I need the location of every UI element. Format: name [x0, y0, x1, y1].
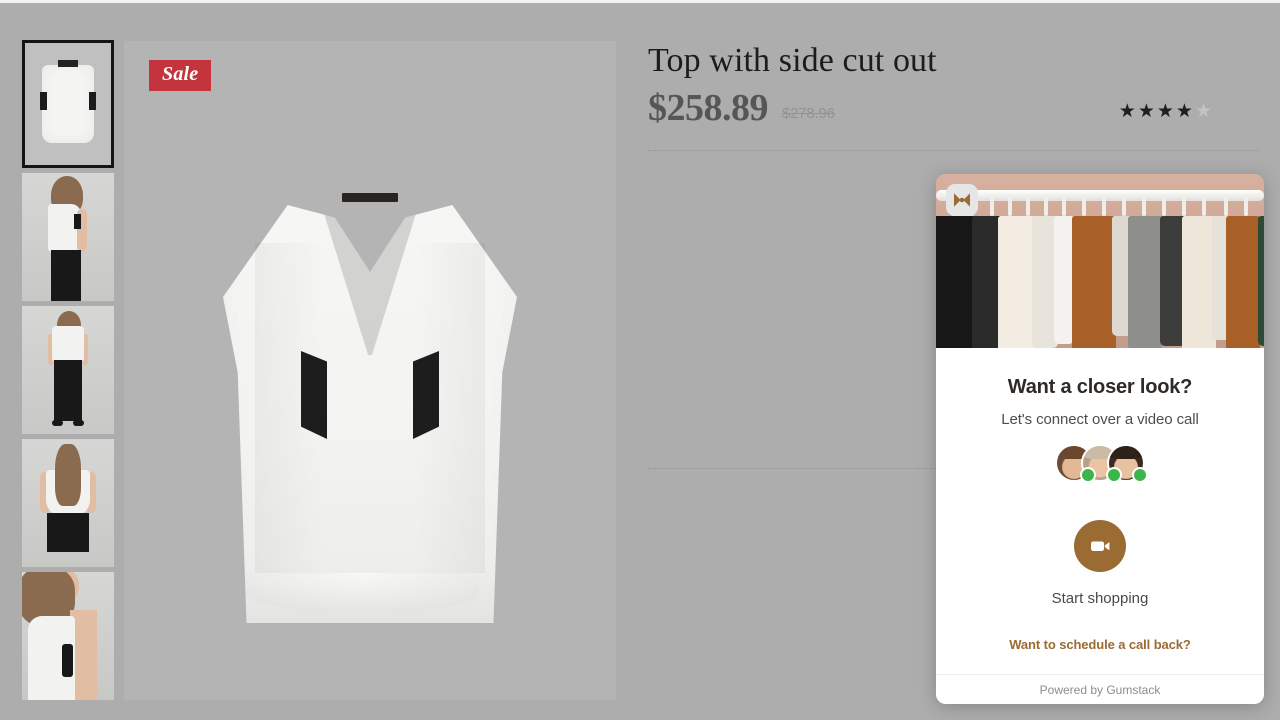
current-price: $258.89 [648, 87, 769, 130]
schedule-callback-link[interactable]: Want to schedule a call back? [936, 637, 1264, 652]
thumbnail-3[interactable] [22, 306, 114, 434]
agent-avatar-group[interactable] [936, 444, 1264, 482]
product-photo [215, 183, 525, 623]
thumbnail-rail [22, 40, 114, 705]
video-call-button[interactable] [1074, 520, 1126, 572]
price-row: $258.89 $278.96 ★★★★★ [648, 89, 1260, 127]
rating-stars[interactable]: ★★★★★ [1119, 102, 1214, 121]
star-2-icon: ★ [1137, 101, 1157, 123]
star-5-icon: ★ [1194, 101, 1214, 123]
close-widget-button[interactable] [946, 184, 978, 216]
product-title: Top with side cut out [648, 42, 937, 79]
star-3-icon: ★ [1156, 101, 1176, 123]
video-camera-icon [1091, 541, 1110, 551]
start-shopping-label[interactable]: Start shopping [936, 590, 1264, 607]
product-page: Sale Top with side cut out $258.89 $278.… [0, 0, 1280, 720]
star-1-icon: ★ [1118, 101, 1138, 123]
start-shopping-cta[interactable]: Start shopping [936, 520, 1264, 607]
thumbnail-2-image [22, 173, 114, 301]
widget-banner-image [936, 174, 1264, 348]
widget-footer: Powered by Gumstack [936, 674, 1264, 704]
online-status-dot [1134, 469, 1146, 481]
page-top-hairline [0, 0, 1280, 3]
thumbnail-4-image [22, 439, 114, 567]
widget-heading: Want a closer look? [1007, 376, 1193, 398]
thumbnail-4[interactable] [22, 439, 114, 567]
star-4-icon: ★ [1175, 101, 1195, 123]
widget-body: Want a closer look? Let's connect over a… [936, 348, 1264, 674]
online-status-dot [1108, 469, 1120, 481]
online-status-dot [1082, 469, 1094, 481]
thumbnail-2[interactable] [22, 173, 114, 301]
info-divider-top [648, 150, 1260, 152]
thumbnail-5[interactable] [22, 572, 114, 700]
thumbnail-3-image [22, 306, 114, 434]
thumbnail-1-image [25, 43, 111, 165]
close-icon [954, 193, 970, 207]
gumstack-widget: Want a closer look? Let's connect over a… [936, 174, 1264, 704]
widget-subheading: Let's connect over a video call [1001, 411, 1199, 428]
compare-at-price: $278.96 [782, 105, 835, 123]
sale-badge: Sale [149, 60, 212, 91]
main-product-image[interactable]: Sale [124, 41, 616, 700]
thumbnail-5-image [22, 572, 114, 700]
thumbnail-1[interactable] [22, 40, 114, 168]
